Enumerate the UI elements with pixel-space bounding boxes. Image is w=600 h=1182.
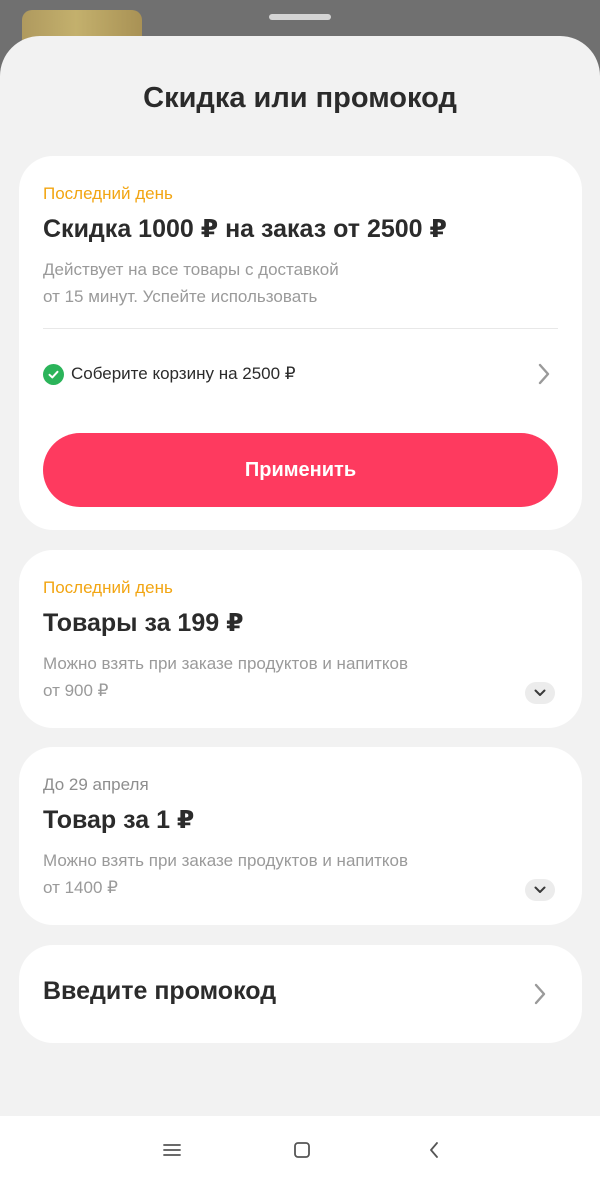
offer-tag: До 29 апреля bbox=[43, 775, 149, 794]
sheet-title: Скидка или промокод bbox=[143, 82, 457, 114]
chevron-right-icon[interactable] bbox=[530, 360, 558, 388]
offer-condition-text: Соберите корзину на 2500 ₽ bbox=[71, 364, 296, 383]
promo-code-row[interactable]: Введите промокод bbox=[19, 945, 582, 1043]
apply-button[interactable]: Применить bbox=[43, 433, 558, 507]
divider bbox=[43, 328, 558, 329]
promo-code-label: Введите промокод bbox=[43, 977, 277, 1005]
offer-title: Скидка 1000 ₽ на заказ от 2500 ₽ bbox=[43, 215, 447, 243]
offer-title: Товары за 199 ₽ bbox=[43, 609, 244, 637]
menu-icon[interactable] bbox=[162, 1140, 182, 1160]
offer-tag: Последний день bbox=[43, 184, 173, 203]
offer-tag: Последний день bbox=[43, 578, 173, 597]
check-circle-icon bbox=[43, 363, 64, 385]
home-square-icon[interactable] bbox=[292, 1140, 312, 1160]
offer-description: Можно взять при заказе продуктов и напит… bbox=[43, 851, 409, 897]
promo-bottom-sheet: Скидка или промокод Последний день Скидк… bbox=[0, 36, 600, 1116]
sheet-drag-handle[interactable] bbox=[269, 14, 331, 20]
offer-title: Товар за 1 ₽ bbox=[43, 806, 195, 834]
offer-description: Можно взять при заказе продуктов и напит… bbox=[43, 654, 409, 700]
back-icon[interactable] bbox=[424, 1140, 444, 1160]
chevron-down-icon[interactable] bbox=[525, 682, 555, 704]
chevron-down-icon[interactable] bbox=[525, 879, 555, 901]
offer-card-discount: Последний день Скидка 1000 ₽ на заказ от… bbox=[19, 156, 582, 530]
chevron-right-icon bbox=[526, 980, 554, 1008]
offer-card-items-199[interactable]: Последний день Товары за 199 ₽ Можно взя… bbox=[19, 550, 582, 728]
offer-condition-row[interactable]: Соберите корзину на 2500 ₽ bbox=[43, 356, 558, 392]
offer-card-item-1[interactable]: До 29 апреля Товар за 1 ₽ Можно взять пр… bbox=[19, 747, 582, 925]
system-nav-bar bbox=[0, 1116, 600, 1182]
offer-description: Действует на все товары с доставкой от 1… bbox=[43, 260, 339, 306]
